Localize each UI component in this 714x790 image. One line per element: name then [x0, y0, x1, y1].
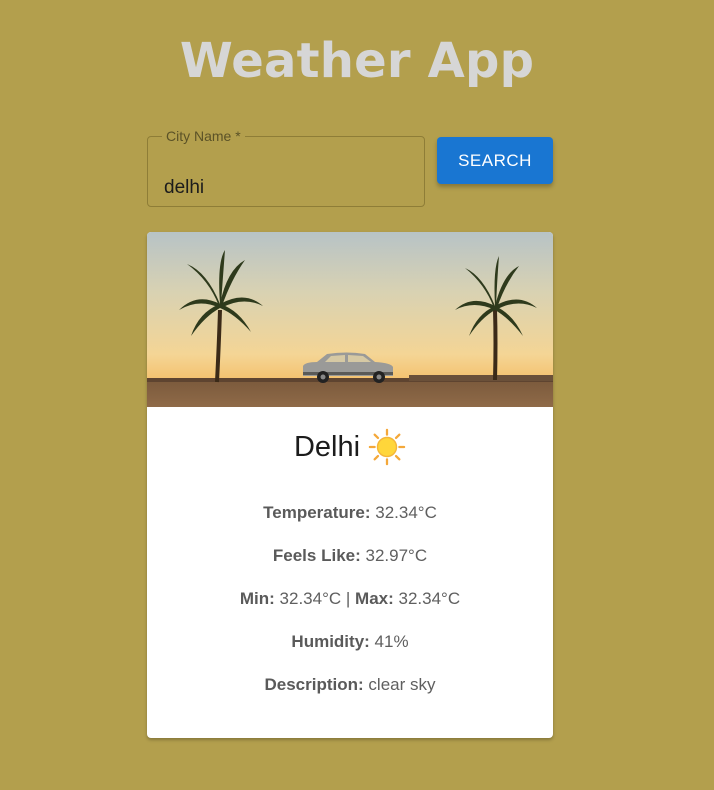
feels-like-value: 32.97°C [360, 546, 428, 565]
max-value: 32.34°C [393, 589, 461, 608]
city-name-label: City Name * [166, 128, 241, 144]
humidity-label: Humidity: [291, 632, 370, 651]
min-label: Min: [239, 589, 275, 608]
description-value: clear sky [363, 675, 436, 694]
weather-card: Delhi Temperature: 32.34°C Feels Like: 3… [147, 232, 553, 738]
weather-details: Delhi Temperature: 32.34°C Feels Like: 3… [147, 427, 553, 695]
feels-like-label: Feels Like: [272, 546, 361, 565]
search-form: City Name * SEARCH [147, 128, 553, 208]
humidity-row: Humidity: 41% [147, 632, 553, 652]
city-name: Delhi [293, 431, 361, 463]
description-label: Description: [264, 675, 364, 694]
city-name-input[interactable] [164, 174, 404, 202]
temperature-label: Temperature: [263, 503, 371, 522]
description-row: Description: clear sky [147, 675, 553, 695]
min-value: 32.34°C | [274, 589, 356, 608]
temperature-row: Temperature: 32.34°C [147, 503, 553, 523]
sun-icon [368, 428, 406, 466]
search-button[interactable]: SEARCH [437, 137, 553, 184]
min-max-row: Min: 32.34°C | Max: 32.34°C [147, 589, 553, 609]
feels-like-row: Feels Like: 32.97°C [147, 546, 553, 566]
max-label: Max: [355, 589, 394, 608]
city-heading: Delhi [147, 427, 553, 467]
temperature-value: 32.34°C [370, 503, 437, 522]
weather-card-image [147, 232, 553, 407]
city-name-field[interactable]: City Name * [147, 128, 425, 207]
app-title: Weather App [179, 33, 535, 89]
humidity-value: 41% [369, 632, 409, 651]
